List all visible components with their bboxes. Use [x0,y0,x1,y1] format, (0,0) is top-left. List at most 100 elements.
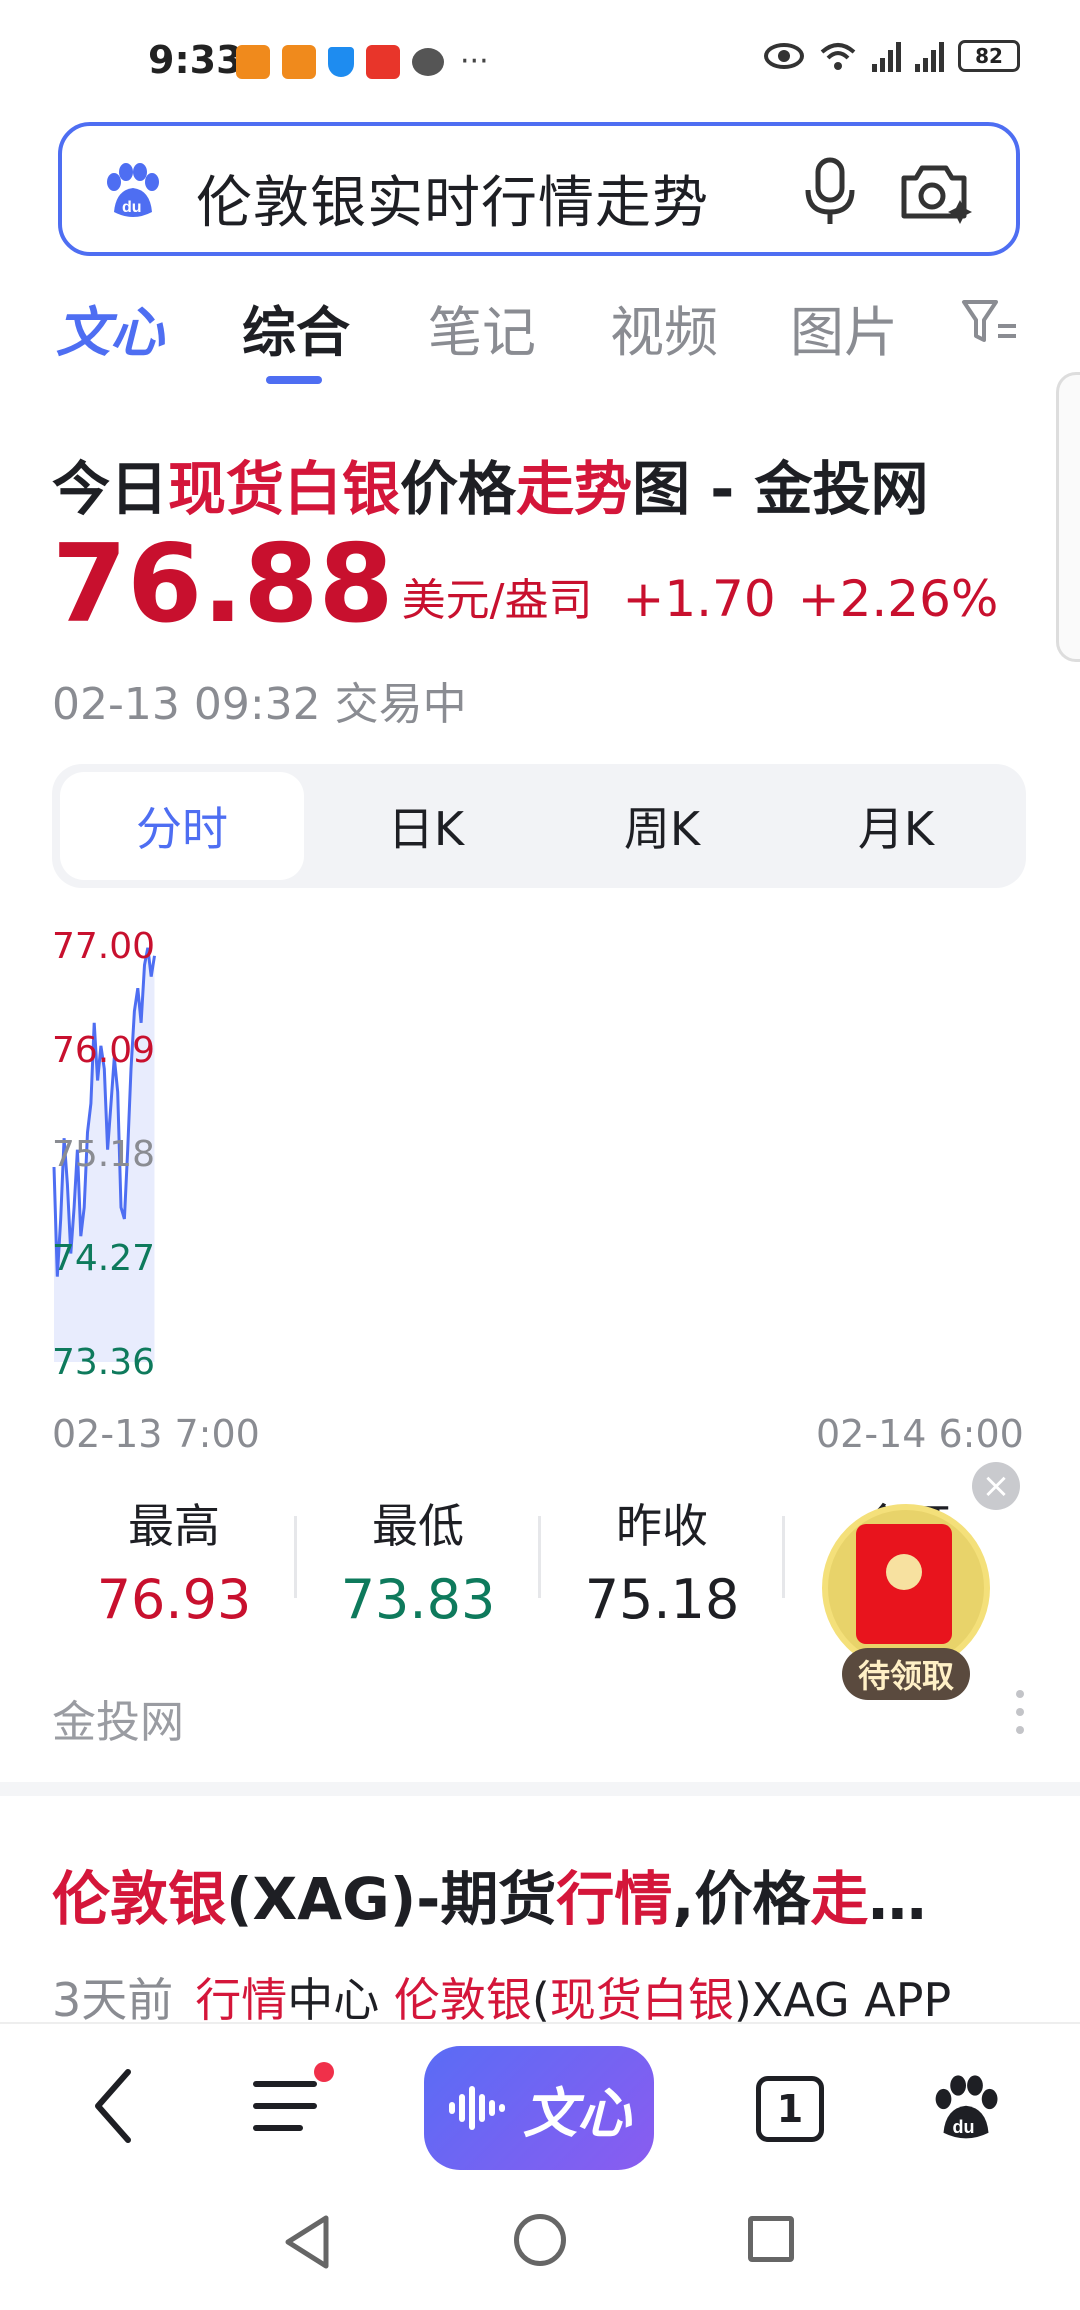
period-weekly[interactable]: 周K [540,772,784,880]
price-chart[interactable]: 77.00 76.09 75.18 74.27 73.36 [52,920,1038,1390]
notification-dot [314,2062,334,2082]
result-title[interactable]: 伦敦银(XAG)-期货行情,价格走… [52,1852,926,1936]
nav-recents-icon[interactable] [748,2216,794,2262]
status-time: 9:33 [148,38,243,82]
camera-search-icon[interactable] [898,160,974,224]
search-box[interactable]: du 伦敦银实时行情走势 [58,122,1020,256]
envelope-knot [886,1554,922,1590]
status-bar: 9:33 ··· 82 [0,0,1080,120]
stat-low: 最低 73.83 [296,1490,540,1631]
tab-all[interactable]: 综合 [242,288,350,367]
title-highlight: 现货白银 [168,455,401,523]
x-tick-label: 02-13 7:00 [52,1412,260,1456]
x-tick-label: 02-14 6:00 [816,1412,1024,1456]
battery-icon: 82 [958,40,1020,72]
stat-label: 最低 [372,1499,464,1553]
y-tick-label: 74.27 [52,1238,156,1279]
baidu-paw-icon[interactable]: du [100,160,164,224]
envelope-label: 待领取 [842,1648,970,1700]
title-highlight: 行情 [556,1865,673,1933]
eye-comfort-icon [764,43,804,69]
nav-back-icon[interactable] [280,2212,336,2272]
price-row: 76.88 美元/盎司 +1.70 +2.26% [52,530,998,640]
title-text: ,价格 [672,1865,811,1933]
meta-text: 中心 [287,1973,394,2027]
period-intraday[interactable]: 分时 [60,772,304,880]
price-change-percent: +2.26% [797,570,999,628]
bottom-toolbar: 文心 1 du [0,2022,1080,2182]
title-highlight: 走 [810,1865,869,1933]
period-selector: 分时 日K 周K 月K [52,764,1026,888]
meta-text: )XAG APP [733,1973,952,2027]
svg-text:du: du [953,2117,975,2137]
result-meta: 3天前 行情中心 伦敦银(现货白银)XAG APP [52,1964,951,2030]
meta-highlight: 现货白银 [549,1973,734,2027]
stat-label: 昨收 [616,1499,708,1553]
title-text: 价格 [400,455,517,523]
stat-value: 73.83 [340,1568,496,1631]
result-title[interactable]: 今日现货白银价格走势图 - 金投网 [52,442,929,526]
more-options-icon[interactable] [1016,1690,1026,1740]
search-input[interactable]: 伦敦银实时行情走势 [196,158,709,239]
back-icon[interactable] [88,2066,138,2146]
y-tick-label: 75.18 [52,1134,156,1175]
red-envelope-widget[interactable]: 待领取 [820,1504,992,1704]
title-highlight: 走势 [516,455,633,523]
voice-wave-icon [449,2086,505,2130]
microphone-icon[interactable] [802,156,858,228]
meta-highlight: 行情 [195,1973,288,2027]
gift-notification-icon [366,44,400,79]
current-price: 76.88 [52,522,394,647]
tab-videos[interactable]: 视频 [610,288,718,367]
wechat-icon [412,47,444,76]
close-envelope-button[interactable]: × [972,1462,1020,1510]
source-label[interactable]: 金投网 [52,1686,184,1750]
tab-images[interactable]: 图片 [790,288,898,367]
meta-highlight: 伦敦银 [393,1973,532,2027]
price-unit: 美元/盎司 [401,575,593,626]
y-tick-label: 77.00 [52,926,156,967]
system-icons: 82 [764,40,1020,72]
title-text: 今日 [52,455,169,523]
tab-notes[interactable]: 笔记 [428,288,536,367]
title-highlight: 伦敦银 [52,1865,227,1933]
stat-label: 最高 [128,1499,220,1553]
price-change: +1.70 [622,570,776,628]
filter-icon[interactable] [960,296,1020,348]
active-tab-indicator [266,376,322,384]
side-panel-handle[interactable] [1056,372,1080,662]
period-monthly[interactable]: 月K [774,772,1018,880]
more-notifications-icon: ··· [460,44,489,79]
y-tick-label: 73.36 [52,1342,156,1383]
title-text: 图 - 金投网 [632,455,929,523]
stat-prev-close: 昨收 75.18 [540,1490,784,1631]
stat-value: 76.93 [96,1568,252,1631]
signal-icon [872,40,901,72]
trade-status: 02-13 09:32 交易中 [52,679,467,730]
section-separator [0,1782,1080,1796]
nav-home-icon[interactable] [514,2214,566,2266]
result-date: 3天前 [52,1973,174,2027]
signal-icon [915,40,944,72]
price-chart-svg [52,947,156,1362]
period-daily[interactable]: 日K [304,772,548,880]
menu-icon[interactable] [252,2076,322,2136]
baidu-paw-icon[interactable]: du [930,2072,1002,2144]
stat-value: 75.18 [584,1568,740,1631]
search-tabs: 文心 综合 笔记 视频 图片 [56,288,1056,388]
svg-text:du: du [122,199,142,216]
wenxin-button[interactable]: 文心 [424,2046,654,2170]
notification-icons: ··· [236,44,489,79]
wifi-icon [820,43,856,70]
meta-text: ( [531,1973,550,2027]
tabs-count-button[interactable]: 1 [756,2076,824,2142]
wenxin-label: 文心 [523,2081,631,2145]
app-notification-icon [236,44,270,79]
system-navigation-bar [0,2182,1080,2310]
title-text: (XAG)-期货 [226,1865,557,1933]
app-notification-icon [282,44,316,79]
tab-wenxin[interactable]: 文心 [56,288,164,367]
title-text: … [868,1865,927,1933]
stat-high: 最高 76.93 [52,1490,296,1631]
y-tick-label: 76.09 [52,1030,156,1071]
